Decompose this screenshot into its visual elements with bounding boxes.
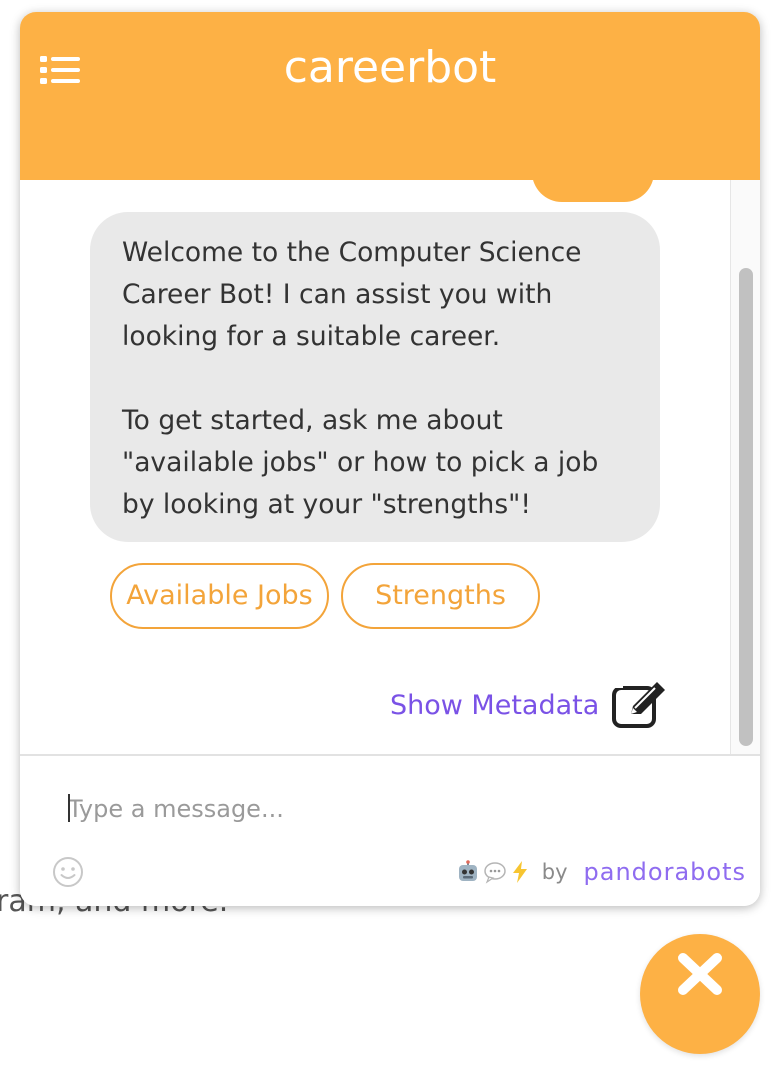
powered-by-label: by <box>541 860 568 884</box>
quick-reply-strengths[interactable]: Strengths <box>341 563 540 629</box>
show-metadata-link[interactable]: Show Metadata <box>390 680 671 730</box>
smiley-icon[interactable] <box>52 856 84 888</box>
previous-user-message <box>532 180 654 202</box>
text-caret <box>68 794 70 822</box>
message-input[interactable] <box>66 788 710 830</box>
scrollbar[interactable] <box>730 180 760 754</box>
chat-widget: careerbot Welcome to the Computer Scienc… <box>20 12 760 906</box>
chat-title: careerbot <box>283 42 497 93</box>
robot-icon <box>458 860 477 881</box>
powered-by: by pandorabots <box>456 856 746 888</box>
powered-by-icons <box>456 860 530 884</box>
bot-message-bubble: Welcome to the Computer Science Career B… <box>90 212 660 542</box>
message-list: Welcome to the Computer Science Career B… <box>20 180 760 754</box>
lightning-icon <box>512 861 527 883</box>
close-icon <box>678 953 722 995</box>
quick-reply-available-jobs[interactable]: Available Jobs <box>110 563 329 629</box>
show-metadata-label: Show Metadata <box>390 689 600 721</box>
edit-icon <box>612 682 666 728</box>
composer: by pandorabots <box>20 756 760 906</box>
pandorabots-link[interactable]: pandorabots <box>584 858 746 886</box>
chat-header: careerbot <box>20 12 760 180</box>
speech-bubble-icon <box>484 862 506 884</box>
close-chat-button[interactable] <box>640 934 760 1054</box>
scrollbar-thumb[interactable] <box>739 268 753 746</box>
